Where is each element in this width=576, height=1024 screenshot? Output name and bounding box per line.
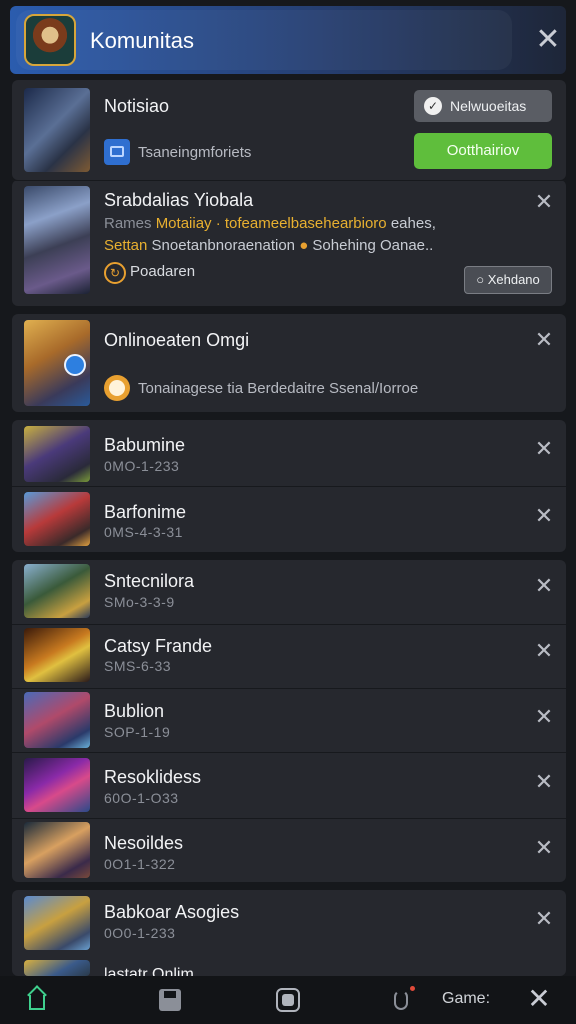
nav-label-games[interactable]: Game:: [442, 990, 490, 1008]
close-icon[interactable]: ✕: [530, 637, 558, 665]
close-icon[interactable]: ✕: [530, 188, 558, 216]
game-name[interactable]: Babkoar Asogies: [104, 902, 239, 923]
feature-link[interactable]: Poadaren: [130, 263, 195, 280]
game-thumbnail: [24, 758, 90, 812]
divider: [12, 180, 566, 181]
game-thumbnail: [24, 896, 90, 950]
game-thumbnail: [24, 492, 90, 546]
circle-icon: ○: [476, 272, 485, 287]
microphone-icon[interactable]: [388, 986, 416, 1014]
game-thumbnail: [24, 822, 90, 878]
game-code: SMS-6-33: [104, 658, 172, 674]
close-icon[interactable]: ✕: [530, 703, 558, 731]
close-icon[interactable]: ✕: [524, 984, 554, 1014]
game-name[interactable]: Resoklidess: [104, 767, 201, 788]
close-icon[interactable]: ✕: [530, 435, 558, 463]
game-list-group: [12, 890, 566, 976]
game-name[interactable]: Bublion: [104, 701, 164, 722]
feature-line-2-text: Snoetanbnoraenation: [151, 237, 296, 254]
game-thumbnail: [24, 564, 90, 618]
game-thumbnail: [24, 692, 90, 748]
game-name[interactable]: Barfonime: [104, 502, 186, 523]
primary-action-button[interactable]: Ootthairiov: [414, 133, 552, 169]
sparkle-icon: ●: [299, 237, 309, 254]
feature-line-2-prefix: Settan: [104, 237, 148, 254]
close-icon[interactable]: ✕: [530, 572, 558, 600]
game-name[interactable]: Nesoildes: [104, 833, 183, 854]
game-list-group: [12, 560, 566, 882]
divider: [12, 752, 566, 753]
feature-line-1-highlight: Motaiiay · tofeameelbasehearbioro: [155, 215, 387, 232]
feature-line-2-suffix: Sohehing Oanae..: [312, 237, 434, 254]
online-title: Onlinoeaten Omgi: [104, 330, 250, 350]
divider: [12, 624, 566, 625]
close-icon[interactable]: ✕: [530, 326, 558, 354]
app-header: Komunitas ✕: [10, 6, 566, 74]
screen-icon: [104, 139, 130, 165]
notification-info: Tsaneingmforiets: [138, 144, 252, 161]
notifications-button[interactable]: ✓ Nelwuoeitas: [414, 90, 552, 122]
gamepad-icon[interactable]: [274, 986, 302, 1014]
close-icon[interactable]: ✕: [530, 22, 566, 58]
refresh-icon: ↻: [104, 262, 126, 284]
close-icon[interactable]: ✕: [530, 834, 558, 862]
divider: [12, 688, 566, 689]
game-thumbnail: [24, 426, 90, 482]
game-code: 0MO-1-233: [104, 458, 180, 474]
game-thumbnail: [24, 628, 90, 682]
expand-button[interactable]: ○ Xehdano: [464, 266, 552, 294]
feature-line-1-suffix: eahes,: [390, 215, 436, 232]
close-icon[interactable]: ✕: [530, 768, 558, 796]
game-code: SMo-3-3-9: [104, 594, 175, 610]
game-name[interactable]: Catsy Frande: [104, 636, 212, 657]
feature-line-1: Rames Motaiiay · tofeameelbasehearbioro …: [104, 215, 436, 232]
game-name[interactable]: Sntecnilora: [104, 571, 194, 592]
game-thumbnail: [24, 186, 90, 294]
feature-line-1-prefix: Rames: [104, 215, 152, 232]
home-icon[interactable]: [24, 986, 52, 1014]
save-icon[interactable]: [156, 986, 184, 1014]
game-code: SOP-1-19: [104, 724, 171, 740]
game-thumbnail: [24, 88, 90, 172]
close-icon[interactable]: ✕: [530, 905, 558, 933]
community-logo: [24, 14, 76, 66]
page-title: Komunitas: [90, 28, 194, 53]
online-badge-icon: [64, 354, 86, 376]
divider: [12, 486, 566, 487]
game-code: 60O-1-O33: [104, 790, 179, 806]
expand-button-label: Xehdano: [487, 272, 540, 287]
game-code: 0MS-4-3-31: [104, 524, 183, 540]
game-name[interactable]: Babumine: [104, 435, 185, 456]
game-thumbnail: [24, 960, 90, 976]
game-code: 0O0-1-233: [104, 925, 176, 941]
feature-line-2: Settan Snoetanbnoraenation ● Sohehing Oa…: [104, 237, 433, 254]
game-code: 0O1-1-322: [104, 856, 176, 872]
feature-title: Srabdalias Yiobala: [104, 190, 254, 210]
notification-title: Notisiao: [104, 96, 170, 116]
clock-icon: [104, 375, 130, 401]
close-icon[interactable]: ✕: [530, 502, 558, 530]
check-icon: ✓: [424, 97, 442, 115]
online-description: Tonainagese tia Berdedaitre Ssenal/Iorro…: [138, 380, 419, 397]
divider: [12, 818, 566, 819]
notifications-button-label: Nelwuoeitas: [450, 98, 527, 114]
online-card: [12, 314, 566, 412]
